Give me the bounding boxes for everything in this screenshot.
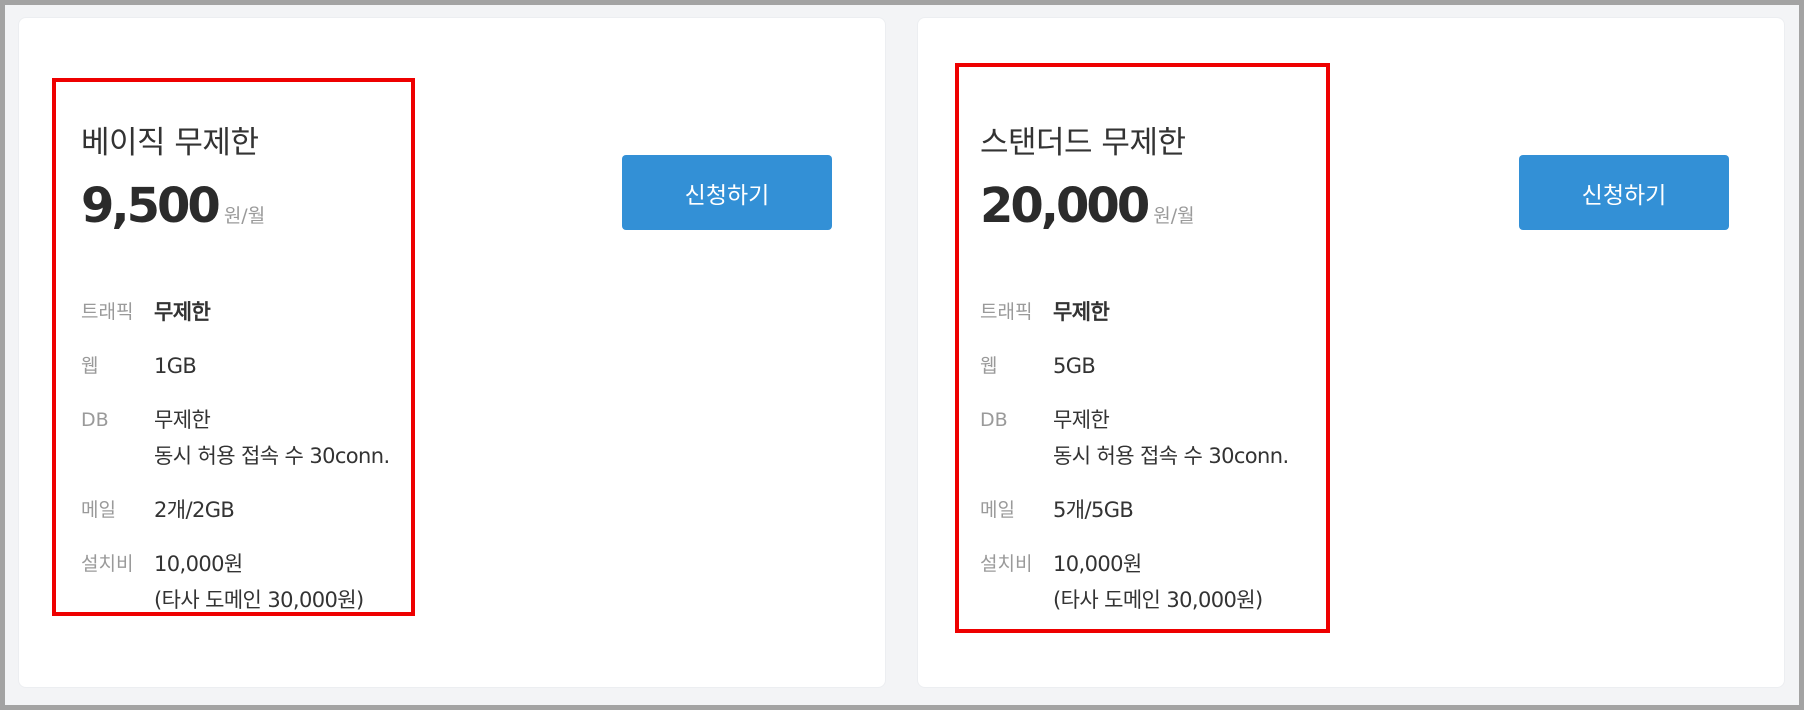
spec-row-mail: 메일 5개/5GB: [980, 492, 1310, 528]
spec-value-setup: 10,000원: [154, 552, 243, 576]
spec-value-web: 1GB: [154, 354, 197, 378]
spec-label-web: 웹: [980, 355, 998, 377]
spec-value-mail: 2개/2GB: [154, 498, 235, 522]
spec-label-db: DB: [980, 409, 1008, 431]
spec-value-db-connections: 동시 허용 접속 수 30conn.: [1053, 444, 1289, 468]
spec-row-setup: 설치비 10,000원 (타사 도메인 30,000원): [980, 546, 1310, 618]
spec-label-mail: 메일: [980, 499, 1015, 521]
spec-row-web: 웹 1GB: [81, 348, 411, 384]
price-unit: 원/월: [223, 205, 266, 227]
spec-row-setup: 설치비 10,000원 (타사 도메인 30,000원): [81, 546, 411, 618]
spec-row-traffic: 트래픽 무제한: [980, 294, 1310, 330]
plan-name: 베이직 무제한: [81, 125, 259, 161]
spec-label-traffic: 트래픽: [81, 301, 134, 323]
spec-row-traffic: 트래픽 무제한: [81, 294, 411, 330]
spec-value-db: 무제한: [154, 408, 211, 432]
plan-name: 스탠더드 무제한: [980, 125, 1186, 161]
price-row: 9,500 원/월: [81, 178, 265, 234]
spec-row-web: 웹 5GB: [980, 348, 1310, 384]
spec-row-db: DB 무제한 동시 허용 접속 수 30conn.: [980, 402, 1310, 474]
spec-value-db-connections: 동시 허용 접속 수 30conn.: [154, 444, 390, 468]
spec-list: 트래픽 무제한 웹 5GB DB 무제한 동시 허용 접속 수 30conn.: [980, 294, 1310, 636]
page-background: 베이직 무제한 9,500 원/월 신청하기 트래픽 무제한 웹 1GB DB: [5, 5, 1799, 705]
spec-row-mail: 메일 2개/2GB: [81, 492, 411, 528]
spec-value-db: 무제한: [1053, 408, 1110, 432]
plan-card-basic: 베이직 무제한 9,500 원/월 신청하기 트래픽 무제한 웹 1GB DB: [18, 17, 886, 688]
price-amount: 9,500: [81, 178, 221, 234]
spec-label-setup: 설치비: [980, 553, 1033, 575]
spec-label-db: DB: [81, 409, 109, 431]
spec-value-web: 5GB: [1053, 354, 1096, 378]
spec-label-setup: 설치비: [81, 553, 134, 575]
spec-value-mail: 5개/5GB: [1053, 498, 1134, 522]
price-amount: 20,000: [980, 178, 1150, 234]
spec-list: 트래픽 무제한 웹 1GB DB 무제한 동시 허용 접속 수 30conn.: [81, 294, 411, 636]
spec-value-traffic: 무제한: [154, 300, 211, 324]
apply-button[interactable]: 신청하기: [622, 155, 832, 230]
spec-value-traffic: 무제한: [1053, 300, 1110, 324]
spec-value-setup: 10,000원: [1053, 552, 1142, 576]
spec-value-setup-other-domain: (타사 도메인 30,000원): [154, 588, 364, 612]
spec-label-web: 웹: [81, 355, 99, 377]
price-row: 20,000 원/월: [980, 178, 1195, 234]
spec-row-db: DB 무제한 동시 허용 접속 수 30conn.: [81, 402, 411, 474]
spec-label-mail: 메일: [81, 499, 116, 521]
spec-label-traffic: 트래픽: [980, 301, 1033, 323]
apply-button[interactable]: 신청하기: [1519, 155, 1729, 230]
spec-value-setup-other-domain: (타사 도메인 30,000원): [1053, 588, 1263, 612]
plan-card-standard: 스탠더드 무제한 20,000 원/월 신청하기 트래픽 무제한 웹 5GB D…: [917, 17, 1785, 688]
price-unit: 원/월: [1153, 205, 1195, 227]
